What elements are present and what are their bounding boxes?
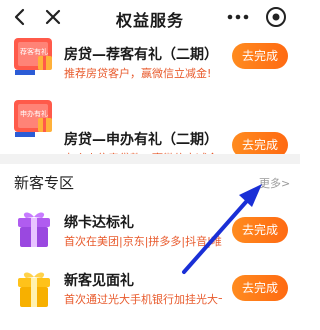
- item-subtitle: 首次在美团|京东|拼多多|抖音|唯...: [64, 235, 222, 248]
- item-title: 房贷—申办有礼（二期）: [64, 132, 218, 148]
- thumb-text: 荐客有礼: [20, 47, 48, 56]
- yellow-gift-icon: [18, 272, 50, 307]
- section-title: 新客专区: [14, 174, 75, 192]
- list-item: 荐客有礼 房贷—荐客有礼（二期） 推荐房贷客户，赢微信立减金! 去完成: [0, 34, 300, 92]
- complete-button[interactable]: 去完成: [232, 217, 288, 243]
- complete-button[interactable]: 去完成: [232, 275, 288, 301]
- page-title: 权益服务: [115, 11, 184, 30]
- more-icon[interactable]: [226, 8, 250, 26]
- apply-gift-thumbnail: 申办有礼: [14, 100, 52, 137]
- item-subtitle: 首次通过光大手机银行加挂光大卡...: [64, 293, 222, 306]
- purple-gift-icon: [18, 212, 50, 247]
- loan-items-card: 荐客有礼 房贷—荐客有礼（二期） 推荐房贷客户，赢微信立减金! 去完成 申办有礼…: [0, 34, 300, 165]
- list-item: 绑卡达标礼 首次在美团|京东|拼多多|抖音|唯... 去完成: [0, 205, 300, 263]
- list-item: 申办有礼 房贷—申办有礼（二期） 办个人住房贷款，赢微信立减金! 去完成: [0, 90, 300, 165]
- item-subtitle: 推荐房贷客户，赢微信立减金!: [64, 67, 212, 80]
- complete-button[interactable]: 去完成: [232, 43, 288, 69]
- more-link[interactable]: 更多>: [259, 175, 290, 191]
- item-title: 新客见面礼: [64, 273, 134, 289]
- navigation-bar: 权益服务: [0, 0, 300, 34]
- section-divider: [0, 154, 300, 164]
- referral-gift-thumbnail: 荐客有礼: [14, 38, 52, 75]
- item-title: 绑卡达标礼: [64, 215, 134, 231]
- target-icon[interactable]: [264, 5, 288, 29]
- list-item: 新客见面礼 首次通过光大手机银行加挂光大卡... 去完成: [0, 263, 300, 321]
- thumb-text: 申办有礼: [20, 109, 48, 118]
- item-title: 房贷—荐客有礼（二期）: [64, 47, 218, 63]
